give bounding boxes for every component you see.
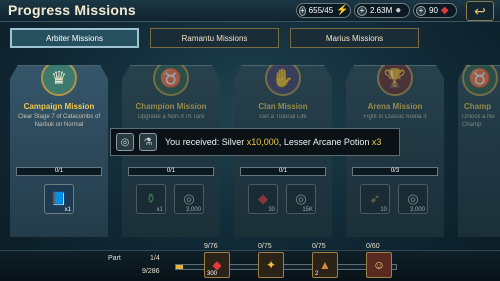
silver-coins-icon: ◎ bbox=[407, 191, 419, 206]
mission-progress: 0/1 bbox=[16, 167, 102, 176]
chest-qty: 2 bbox=[315, 271, 319, 277]
chest-count: 0/75 bbox=[312, 243, 326, 250]
reward-qty: x1 bbox=[156, 207, 163, 213]
silver-counter[interactable]: + 2.63M ● bbox=[354, 3, 410, 18]
chest-count: 0/60 bbox=[366, 243, 380, 250]
clan-emblem-icon: ✋ bbox=[265, 65, 301, 96]
reward-qty: 10 bbox=[380, 207, 387, 213]
shard-icon: ▲ bbox=[319, 258, 331, 272]
mission-description: Get a Tutorial Life bbox=[259, 114, 307, 120]
reward-prefix: You received: bbox=[165, 137, 220, 147]
trophy-icon: 🏆 bbox=[377, 65, 413, 96]
crown-icon: ♛ bbox=[41, 65, 77, 96]
potion-icon: ⚗ bbox=[139, 133, 157, 151]
silver-coins-icon: ◎ bbox=[183, 191, 195, 206]
ruby-icon: ◆ bbox=[212, 258, 222, 272]
reward-slot[interactable]: ➶ 10 bbox=[360, 184, 390, 214]
reward-slot[interactable]: ⚱ x1 bbox=[136, 184, 166, 214]
bull-emblem-icon: ♉ bbox=[153, 65, 189, 96]
tab-arbiter-missions[interactable]: Arbiter Missions bbox=[10, 28, 139, 48]
book-icon: 📘 bbox=[50, 191, 68, 206]
mission-progress: 0/3 bbox=[352, 167, 438, 176]
energy-value: 655/45 bbox=[308, 6, 334, 15]
mission-description: Clear Stage 7 of Catacombs of Narbuk on … bbox=[17, 114, 101, 128]
silver-coins-icon: ● bbox=[395, 5, 402, 16]
silver-coins-icon: ◎ bbox=[295, 191, 307, 206]
reward-separator: , bbox=[278, 137, 282, 147]
energy-counter[interactable]: + 655/45 ⚡ bbox=[296, 3, 351, 18]
back-arrow-icon: ↩ bbox=[474, 2, 486, 19]
mission-card-champion-2[interactable]: ♉ Champ Unlock a Ne Champ bbox=[458, 65, 500, 237]
reward-qty: 3,000 bbox=[409, 207, 425, 213]
progress-track-fill bbox=[176, 265, 183, 269]
reward-item-2: Lesser Arcane Potion bbox=[283, 137, 370, 147]
reward-slot[interactable]: ◎ 15K bbox=[286, 184, 316, 214]
chest-count: 9/76 bbox=[204, 243, 218, 250]
ruby-icon: ◆ bbox=[258, 191, 268, 206]
reward-qty-1: x10,000 bbox=[246, 137, 279, 147]
part-value: 1/4 bbox=[150, 255, 160, 262]
reward-slot[interactable]: ◎ 3,000 bbox=[174, 184, 204, 214]
mission-card-campaign[interactable]: ♛ Campaign Mission Clear Stage 7 of Cata… bbox=[10, 65, 108, 237]
top-bar: Progress Missions + 655/45 ⚡ + 2.63M ● +… bbox=[0, 0, 500, 22]
mission-name: Champ bbox=[464, 102, 492, 111]
plus-icon[interactable]: + bbox=[416, 5, 426, 16]
reward-qty: 3,000 bbox=[185, 207, 201, 213]
page-title: Progress Missions bbox=[8, 2, 136, 18]
milestone-reward[interactable]: ▲ 2 bbox=[312, 252, 338, 278]
reward-qty-2: x3 bbox=[371, 137, 382, 147]
reward-item-1: Silver bbox=[221, 137, 245, 147]
part-label: Part bbox=[108, 255, 121, 262]
mission-progress: 0/1 bbox=[128, 167, 214, 176]
reward-qty: x1 bbox=[64, 207, 71, 213]
potion-icon: ⚱ bbox=[145, 191, 157, 206]
back-button[interactable]: ↩ bbox=[466, 1, 494, 21]
milestone-reward[interactable]: ◆ 300 bbox=[204, 252, 230, 278]
milestone-reward[interactable]: ☺ bbox=[366, 252, 392, 278]
reward-slot[interactable]: 📘 x1 bbox=[44, 184, 74, 214]
bull-emblem-icon: ♉ bbox=[462, 65, 498, 96]
gems-value: 90 bbox=[429, 6, 438, 15]
arrow-icon: ➶ bbox=[369, 191, 381, 206]
milestone-reward[interactable]: ✦ bbox=[258, 252, 284, 278]
lightning-icon: ⚡ bbox=[336, 5, 349, 16]
gems-counter[interactable]: + 90 ◆ bbox=[413, 3, 457, 18]
mission-progress: 0/1 bbox=[240, 167, 326, 176]
ruby-icon: ◆ bbox=[440, 5, 449, 16]
amulet-icon: ✦ bbox=[265, 258, 277, 272]
mission-name: Clan Mission bbox=[258, 102, 308, 111]
silver-value: 2.63M bbox=[370, 6, 393, 15]
total-progress-value: 9/286 bbox=[142, 268, 160, 275]
reward-qty: 15K bbox=[302, 207, 313, 213]
chest-qty: 300 bbox=[207, 271, 218, 277]
plus-icon[interactable]: + bbox=[357, 5, 367, 16]
reward-notification: ◎ ⚗ You received: Silver x10,000, Lesser… bbox=[110, 128, 400, 156]
chest-count: 0/75 bbox=[258, 243, 272, 250]
reward-slot[interactable]: ◎ 3,000 bbox=[398, 184, 428, 214]
tab-marius-missions[interactable]: Marius Missions bbox=[290, 28, 419, 48]
mission-name: Champion Mission bbox=[135, 102, 207, 111]
mission-name: Campaign Mission bbox=[23, 102, 95, 111]
tab-ramantu-missions[interactable]: Ramantu Missions bbox=[150, 28, 279, 48]
mission-description: Unlock a Ne Champ bbox=[462, 114, 495, 128]
mission-description: Fight in Classic Arena 3 bbox=[363, 114, 427, 120]
champion-portrait-icon: ☺ bbox=[372, 258, 386, 272]
plus-icon[interactable]: + bbox=[299, 5, 306, 16]
mission-name: Arena Mission bbox=[367, 102, 423, 111]
mission-description: Upgrade a Non-XTK rare bbox=[137, 114, 205, 120]
reward-slot[interactable]: ◆ 30 bbox=[248, 184, 278, 214]
silver-coins-icon: ◎ bbox=[116, 133, 134, 151]
reward-message: You received: Silver x10,000, Lesser Arc… bbox=[165, 137, 381, 147]
reward-qty: 30 bbox=[268, 207, 275, 213]
